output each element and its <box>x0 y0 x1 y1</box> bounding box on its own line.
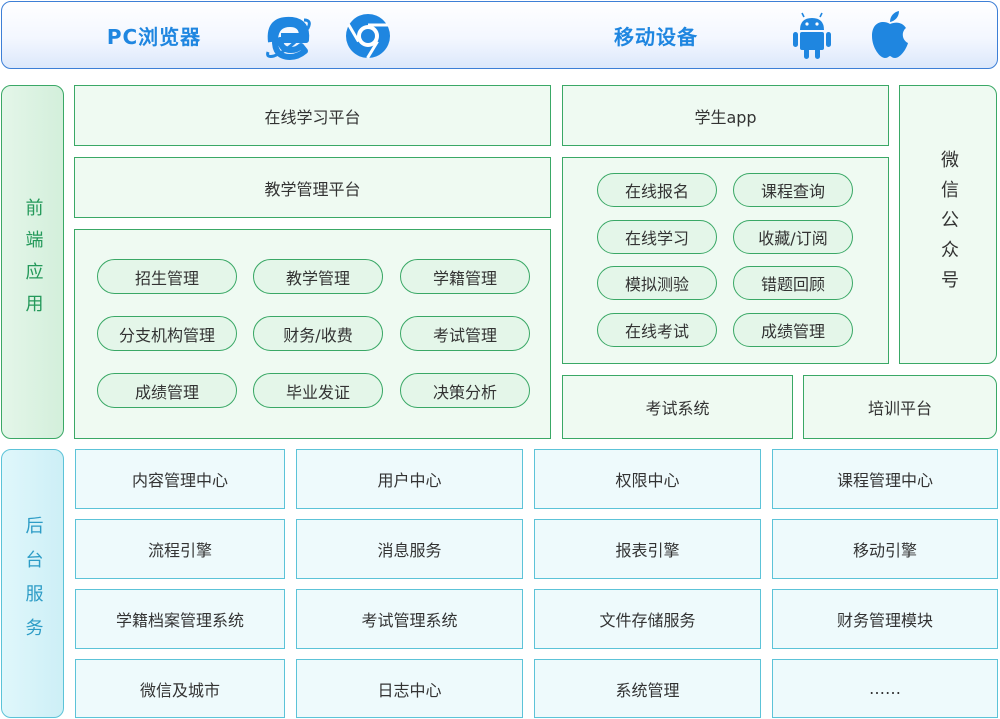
chrome-icon <box>346 14 390 59</box>
android-icon <box>793 12 831 59</box>
service-box: 微信及城市 <box>75 659 285 718</box>
student-app: 学生app <box>562 85 889 146</box>
service-box: 系统管理 <box>534 659 761 718</box>
service-box: 日志中心 <box>296 659 523 718</box>
backend-side-label: 后台服务 <box>22 515 44 652</box>
service-box: 流程引擎 <box>75 519 285 579</box>
mobile-device-label: 移动设备 <box>614 24 698 49</box>
app-feature-pill: 错题回顾 <box>733 266 853 300</box>
backend-side-panel: 后台服务 <box>1 449 64 718</box>
service-box: 用户中心 <box>296 449 523 509</box>
apple-icon <box>872 11 908 58</box>
wechat-official-account: 微信公众号 <box>899 85 997 364</box>
module-pill: 分支机构管理 <box>97 316 237 351</box>
service-box: 消息服务 <box>296 519 523 579</box>
app-feature-pill: 模拟测验 <box>597 266 717 300</box>
wechat-label: 微信公众号 <box>938 149 959 300</box>
module-pill: 学籍管理 <box>400 259 530 294</box>
app-feature-pill: 在线报名 <box>597 173 717 207</box>
service-box: 课程管理中心 <box>772 449 998 509</box>
service-box: 内容管理中心 <box>75 449 285 509</box>
app-feature-pill: 课程查询 <box>733 173 853 207</box>
service-box: 权限中心 <box>534 449 761 509</box>
module-pill: 考试管理 <box>400 316 530 351</box>
module-pill: 成绩管理 <box>97 373 237 408</box>
ie-icon <box>266 16 311 60</box>
service-box: 学籍档案管理系统 <box>75 589 285 649</box>
pc-browser-label: PC浏览器 <box>106 24 202 49</box>
training-platform: 培训平台 <box>803 375 997 439</box>
app-feature-pill: 在线考试 <box>597 313 717 347</box>
app-feature-pill: 成绩管理 <box>733 313 853 347</box>
service-box: 移动引擎 <box>772 519 998 579</box>
service-box: 报表引擎 <box>534 519 761 579</box>
service-box: 财务管理模块 <box>772 589 998 649</box>
module-pill: 教学管理 <box>253 259 383 294</box>
service-box: 文件存储服务 <box>534 589 761 649</box>
module-pill: 财务/收费 <box>253 316 383 351</box>
online-learning-platform: 在线学习平台 <box>74 85 551 146</box>
module-pill: 决策分析 <box>400 373 530 408</box>
teaching-management-platform: 教学管理平台 <box>74 157 551 218</box>
frontend-side-panel: 前端应用 <box>1 85 64 439</box>
module-pill: 毕业发证 <box>253 373 383 408</box>
service-box: 考试管理系统 <box>296 589 523 649</box>
service-box: …… <box>772 659 998 718</box>
app-feature-pill: 在线学习 <box>597 220 717 254</box>
exam-system: 考试系统 <box>562 375 793 439</box>
app-feature-pill: 收藏/订阅 <box>733 220 853 254</box>
module-pill: 招生管理 <box>97 259 237 294</box>
frontend-side-label: 前端应用 <box>22 198 44 326</box>
